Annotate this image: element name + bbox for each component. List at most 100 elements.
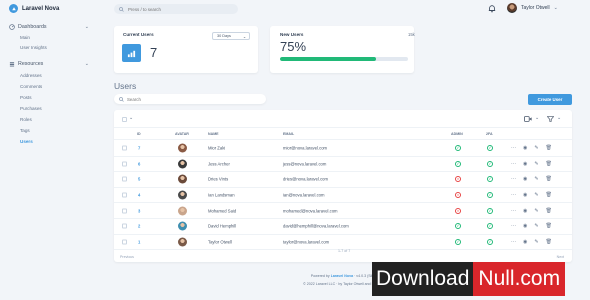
eye-icon[interactable]: ◉ — [523, 208, 527, 214]
trash-icon[interactable]: 🗑 — [546, 223, 552, 229]
eye-icon[interactable]: ◉ — [523, 239, 527, 245]
sidebar-item-main[interactable]: Main — [20, 35, 30, 40]
column-header-id[interactable]: ID — [137, 132, 141, 136]
avatar — [178, 237, 187, 247]
table-row[interactable]: 3 Mohamed Said mohamed@nova.laravel.com × ✓ ·… — [114, 203, 572, 219]
filter-icon[interactable] — [547, 116, 554, 122]
global-search[interactable] — [114, 4, 238, 14]
nova-logo-icon — [9, 4, 18, 13]
sidebar-item-roles[interactable]: Roles — [20, 117, 32, 122]
user-name: Taylor Otwell — [521, 5, 550, 11]
column-header-name[interactable]: NAME — [208, 132, 219, 136]
chevron-down-icon[interactable]: ⌄ — [557, 115, 561, 121]
watermark-part2: Null.com — [473, 262, 566, 296]
sidebar-group-label: Dashboards — [18, 24, 47, 30]
table-row[interactable]: 6 Jess Archer jess@nova.laravel.com ✓ ✓ ··· ◉ ✎… — [114, 157, 572, 173]
more-icon[interactable]: ··· — [511, 192, 516, 198]
eye-icon[interactable]: ◉ — [523, 223, 527, 229]
chevron-down-icon[interactable]: ⌄ — [85, 24, 89, 30]
row-name: Jess Archer — [208, 161, 230, 167]
edit-icon[interactable]: ✎ — [534, 208, 538, 214]
chevron-down-icon[interactable]: ⌄ — [129, 115, 133, 121]
chevron-down-icon[interactable]: ⌄ — [535, 115, 539, 121]
edit-icon[interactable]: ✎ — [534, 192, 538, 198]
row-email: dries@nova.laravel.com — [283, 176, 328, 182]
brand[interactable]: Laravel Nova — [9, 4, 59, 13]
check-circle-icon: ✓ — [455, 145, 461, 152]
sidebar-item-addresses[interactable]: Addresses — [20, 73, 42, 78]
eye-icon[interactable]: ◉ — [523, 192, 527, 198]
edit-icon[interactable]: ✎ — [534, 239, 538, 245]
table-row[interactable]: 4 Ian Landsman ian@nova.laravel.com × ✓ ··· ◉ ✎… — [114, 188, 572, 204]
sidebar-group-dashboards[interactable]: Dashboards ⌄ — [9, 24, 89, 30]
row-id[interactable]: 1 — [138, 239, 140, 244]
trash-icon[interactable]: 🗑 — [546, 161, 552, 167]
brand-name: Laravel Nova — [22, 5, 60, 12]
row-checkbox[interactable] — [122, 239, 127, 245]
eye-icon[interactable]: ◉ — [523, 161, 527, 167]
sidebar-item-users[interactable]: Users — [20, 139, 33, 144]
edit-icon[interactable]: ✎ — [534, 161, 538, 167]
previous-link[interactable]: Previous — [120, 255, 134, 259]
row-id[interactable]: 7 — [138, 146, 140, 151]
trash-icon[interactable]: 🗑 — [546, 192, 552, 198]
row-checkbox[interactable] — [122, 192, 127, 198]
more-icon[interactable]: ··· — [511, 208, 516, 214]
row-checkbox[interactable] — [122, 208, 127, 214]
range-select[interactable]: 30 Days ⌄ — [212, 32, 250, 40]
chevron-down-icon[interactable]: ⌄ — [85, 61, 89, 67]
eye-icon[interactable]: ◉ — [523, 176, 527, 182]
bell-icon[interactable] — [488, 4, 496, 13]
avatar — [507, 3, 517, 13]
row-id[interactable]: 5 — [138, 177, 140, 182]
eye-icon[interactable]: ◉ — [523, 145, 527, 151]
row-checkbox[interactable] — [122, 176, 127, 182]
edit-icon[interactable]: ✎ — [534, 223, 538, 229]
column-header-2fa: 2FA — [486, 132, 493, 136]
row-checkbox[interactable] — [122, 161, 127, 167]
trash-icon[interactable]: 🗑 — [546, 239, 552, 245]
more-icon[interactable]: ··· — [511, 176, 516, 182]
table-row[interactable]: 7 Mior Zaki mior@nova.laravel.com ✓ ✓ ··· ◉ ✎ 🗑 — [114, 141, 572, 157]
sidebar-item-tags[interactable]: Tags — [20, 128, 30, 133]
more-icon[interactable]: ··· — [511, 223, 516, 229]
row-id[interactable]: 4 — [138, 193, 140, 198]
search-icon — [119, 96, 124, 102]
more-icon[interactable]: ··· — [511, 239, 516, 245]
user-menu[interactable]: Taylor Otwell ⌄ — [507, 3, 558, 13]
resource-search-input[interactable] — [127, 96, 247, 102]
sidebar-group-resources[interactable]: Resources ⌄ — [9, 61, 89, 67]
row-checkbox[interactable] — [122, 223, 127, 229]
sidebar-item-posts[interactable]: Posts — [20, 95, 32, 100]
new-users-total: 15k — [408, 32, 415, 37]
sidebar-item-user-insights[interactable]: User Insights — [20, 45, 47, 50]
trash-icon[interactable]: 🗑 — [546, 208, 552, 214]
row-actions: ··· ◉ ✎ 🗑 — [511, 239, 552, 245]
lens-icon[interactable] — [524, 116, 532, 122]
select-all-checkbox[interactable] — [122, 117, 127, 122]
row-id[interactable]: 2 — [138, 224, 140, 229]
global-search-input[interactable] — [128, 6, 228, 12]
trash-icon[interactable]: 🗑 — [546, 145, 552, 151]
create-user-button[interactable]: Create User — [528, 94, 572, 105]
row-id[interactable]: 3 — [138, 208, 140, 213]
check-circle-icon: ✓ — [455, 160, 461, 167]
row-checkbox[interactable] — [122, 145, 127, 151]
more-icon[interactable]: ··· — [511, 145, 516, 151]
sidebar-item-purchases[interactable]: Purchases — [20, 106, 42, 111]
footer-link[interactable]: Laravel Nova — [331, 274, 353, 278]
resource-search[interactable] — [114, 94, 266, 104]
row-id[interactable]: 6 — [138, 161, 140, 166]
table-row[interactable]: 2 David Hemphill david@hemphill@nova.larav… — [114, 219, 572, 235]
edit-icon[interactable]: ✎ — [534, 145, 538, 151]
trash-icon[interactable]: 🗑 — [546, 176, 552, 182]
table-row[interactable]: 5 Dries Vints dries@nova.laravel.com × ✓ ··· ◉… — [114, 172, 572, 188]
sidebar-item-comments[interactable]: Comments — [20, 84, 42, 89]
avatar — [178, 221, 187, 231]
edit-icon[interactable]: ✎ — [534, 176, 538, 182]
row-email: mior@nova.laravel.com — [283, 145, 328, 151]
column-header-email[interactable]: EMAIL — [283, 132, 294, 136]
table-header: ID AVATAR NAME EMAIL ADMIN 2FA — [114, 130, 572, 140]
more-icon[interactable]: ··· — [511, 161, 516, 167]
table-row[interactable]: 1 Taylor Otwell taylor@nova.laravel.com ✓ ✓ ·… — [114, 235, 572, 251]
